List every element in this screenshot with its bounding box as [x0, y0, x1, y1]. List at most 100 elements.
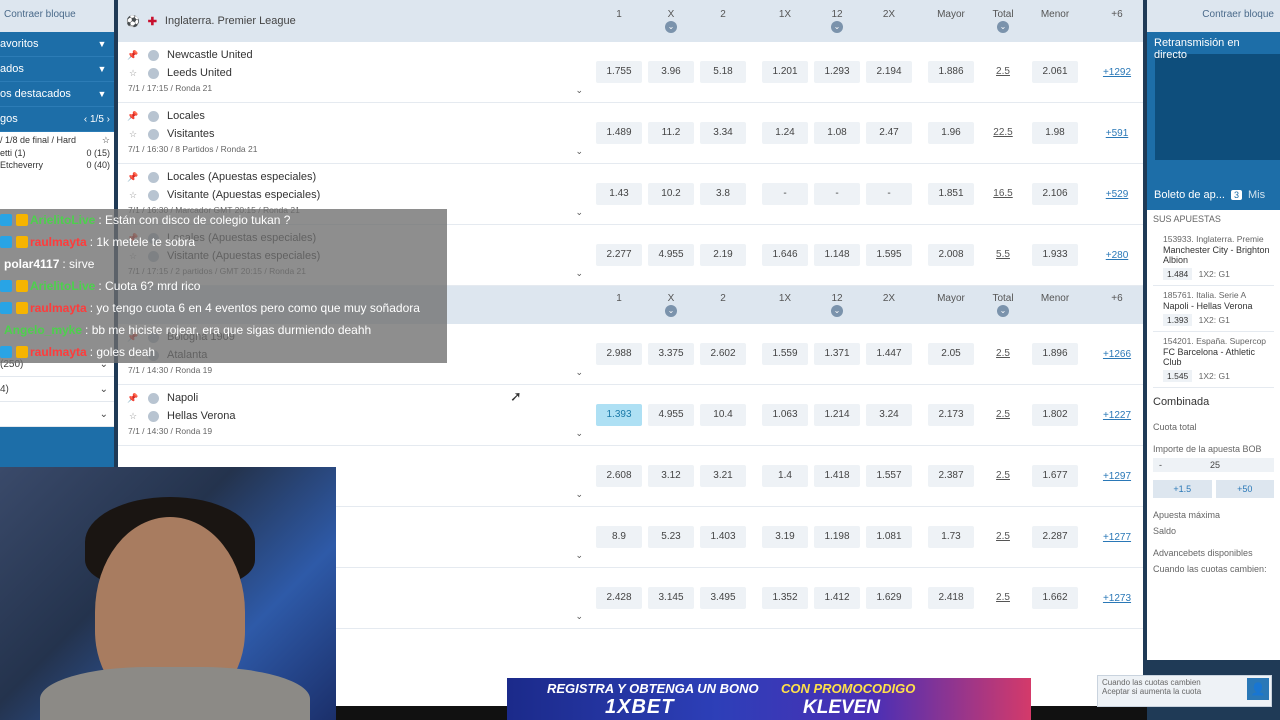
chevron-down-icon[interactable]: ⌄	[575, 85, 583, 96]
tab-my-bets[interactable]: Mis	[1248, 189, 1265, 201]
odd-button[interactable]: 3.24	[866, 404, 912, 426]
sidebar-item-featured[interactable]: os destacados ▼	[0, 82, 114, 107]
total-line[interactable]: 2.5	[980, 343, 1026, 365]
total-line[interactable]: 16.5	[980, 183, 1026, 205]
odd-button[interactable]: 2.05	[928, 343, 974, 365]
games-pagination[interactable]: ‹ 1/5 ›	[84, 114, 110, 125]
quick-stake-button[interactable]: +1.5	[1153, 480, 1212, 498]
chevron-down-icon[interactable]: ⌄	[997, 305, 1009, 317]
chat-username[interactable]: ArielitoLive	[30, 279, 95, 293]
list-item[interactable]: Etcheverry 0 (40)	[0, 159, 114, 171]
odd-button[interactable]: 1.24	[762, 122, 808, 144]
odd-button[interactable]: 2.194	[866, 61, 912, 83]
live-stream-label[interactable]: Retransmisión en directo	[1147, 32, 1280, 61]
bet-item[interactable]: 153933. Inglaterra. Premie Manchester Ci…	[1153, 230, 1274, 286]
odd-button[interactable]: 1.447	[866, 343, 912, 365]
chevron-down-icon[interactable]: ⌄	[831, 21, 843, 33]
odd-button[interactable]: 2.106	[1032, 183, 1078, 205]
odd-button[interactable]: 5.18	[700, 61, 746, 83]
stake-input[interactable]: - 25	[1153, 458, 1274, 472]
collapse-block-button[interactable]: Contraer bloque	[0, 0, 114, 32]
bet-item[interactable]: 154201. España. Supercop FC Barcelona - …	[1153, 332, 1274, 388]
table-row[interactable]: 📌 Locales ☆ Visitantes 7/1 / 16:30 / 8 Parti…	[118, 103, 1143, 164]
odd-button[interactable]: 2.418	[928, 587, 974, 609]
chevron-down-icon[interactable]: ⌄	[575, 550, 583, 561]
odd-button[interactable]: 1.73	[928, 526, 974, 548]
odd-button[interactable]: 1.371	[814, 343, 860, 365]
odd-button[interactable]: 1.896	[1032, 343, 1078, 365]
pin-icon[interactable]: 📌	[126, 393, 140, 404]
odd-button[interactable]: 2.173	[928, 404, 974, 426]
more-markets-link[interactable]: +1297	[1091, 471, 1143, 482]
odd-button[interactable]: 2.387	[928, 465, 974, 487]
odd-button[interactable]: 2.428	[596, 587, 642, 609]
odd-button[interactable]: 3.8	[700, 183, 746, 205]
more-markets-link[interactable]: +1273	[1091, 593, 1143, 604]
chevron-down-icon[interactable]: ⌄	[575, 268, 583, 279]
odd-button[interactable]: 2.608	[596, 465, 642, 487]
chevron-down-icon[interactable]: ⌄	[665, 305, 677, 317]
star-icon[interactable]: ☆	[126, 190, 140, 201]
odd-button[interactable]: 4.955	[648, 404, 694, 426]
table-row[interactable]: 📌 Napoli ☆ Hellas Verona 7/1 / 14:30 / Ronda…	[118, 385, 1143, 446]
odd-button[interactable]: 1.96	[928, 122, 974, 144]
total-line[interactable]: 5.5	[980, 244, 1026, 266]
table-row[interactable]: 📌 Newcastle United ☆ Leeds United 7/1 / 17:1…	[118, 42, 1143, 103]
odd-button[interactable]: 1.662	[1032, 587, 1078, 609]
user-icon[interactable]: 👤	[1247, 678, 1269, 700]
odd-button[interactable]: 3.375	[648, 343, 694, 365]
odd-button[interactable]: 1.418	[814, 465, 860, 487]
chat-username[interactable]: ArielitoLive	[30, 213, 95, 227]
total-line[interactable]: 22.5	[980, 122, 1026, 144]
odd-button[interactable]: 4.955	[648, 244, 694, 266]
odd-button[interactable]: 1.559	[762, 343, 808, 365]
odd-button[interactable]: 1.755	[596, 61, 642, 83]
odd-button[interactable]: 1.43	[596, 183, 642, 205]
odd-button[interactable]: 2.061	[1032, 61, 1078, 83]
odd-button[interactable]: 3.21	[700, 465, 746, 487]
odd-button[interactable]: 1.293	[814, 61, 860, 83]
odd-button[interactable]: 1.886	[928, 61, 974, 83]
total-line[interactable]: 2.5	[980, 404, 1026, 426]
chevron-down-icon[interactable]: ⌄	[575, 489, 583, 500]
sidebar-item-2[interactable]: ados ▼	[0, 57, 114, 82]
star-icon[interactable]: ☆	[126, 68, 140, 79]
odd-button[interactable]: 1.198	[814, 526, 860, 548]
odd-button[interactable]: 8.9	[596, 526, 642, 548]
chat-username[interactable]: raulmayta	[30, 345, 87, 359]
sidebar-item-games[interactable]: gos ‹ 1/5 ›	[0, 107, 114, 132]
odd-button[interactable]: 1.557	[866, 465, 912, 487]
odd-button[interactable]: 1.98	[1032, 122, 1078, 144]
odd-button[interactable]: 1.851	[928, 183, 974, 205]
odd-button[interactable]: 2.287	[1032, 526, 1078, 548]
odd-button[interactable]: 1.595	[866, 244, 912, 266]
chat-username[interactable]: raulmayta	[30, 235, 87, 249]
odd-button[interactable]: 2.277	[596, 244, 642, 266]
odd-button[interactable]: 10.4	[700, 404, 746, 426]
odd-button[interactable]: 2.008	[928, 244, 974, 266]
odd-button[interactable]: 3.96	[648, 61, 694, 83]
chat-username[interactable]: raulmayta	[30, 301, 87, 315]
tab-bet-slip[interactable]: Boleto de ap...	[1154, 189, 1225, 201]
odd-button[interactable]: 1.214	[814, 404, 860, 426]
odd-button[interactable]: 1.646	[762, 244, 808, 266]
odd-button[interactable]: 1.393	[596, 404, 642, 426]
odd-button[interactable]: -	[762, 183, 808, 205]
more-markets-link[interactable]: +529	[1091, 189, 1143, 200]
chevron-down-icon[interactable]: ⌄	[831, 305, 843, 317]
total-line[interactable]: 2.5	[980, 61, 1026, 83]
collapse-block-button[interactable]: Contraer bloque	[1147, 0, 1280, 32]
chevron-down-icon[interactable]: ⌄	[575, 207, 583, 218]
odd-button[interactable]: 1.802	[1032, 404, 1078, 426]
odd-button[interactable]: 5.23	[648, 526, 694, 548]
more-markets-link[interactable]: +1227	[1091, 410, 1143, 421]
chat-username[interactable]: polar4117	[4, 257, 59, 271]
odd-button[interactable]: 1.403	[700, 526, 746, 548]
quick-stake-button[interactable]: +50	[1215, 480, 1274, 498]
odd-button[interactable]: 1.148	[814, 244, 860, 266]
sidebar-item-favorites[interactable]: avoritos ▼	[0, 32, 114, 57]
odd-button[interactable]: 3.34	[700, 122, 746, 144]
pin-icon[interactable]: 📌	[126, 172, 140, 183]
total-line[interactable]: 2.5	[980, 465, 1026, 487]
odd-button[interactable]: 3.145	[648, 587, 694, 609]
